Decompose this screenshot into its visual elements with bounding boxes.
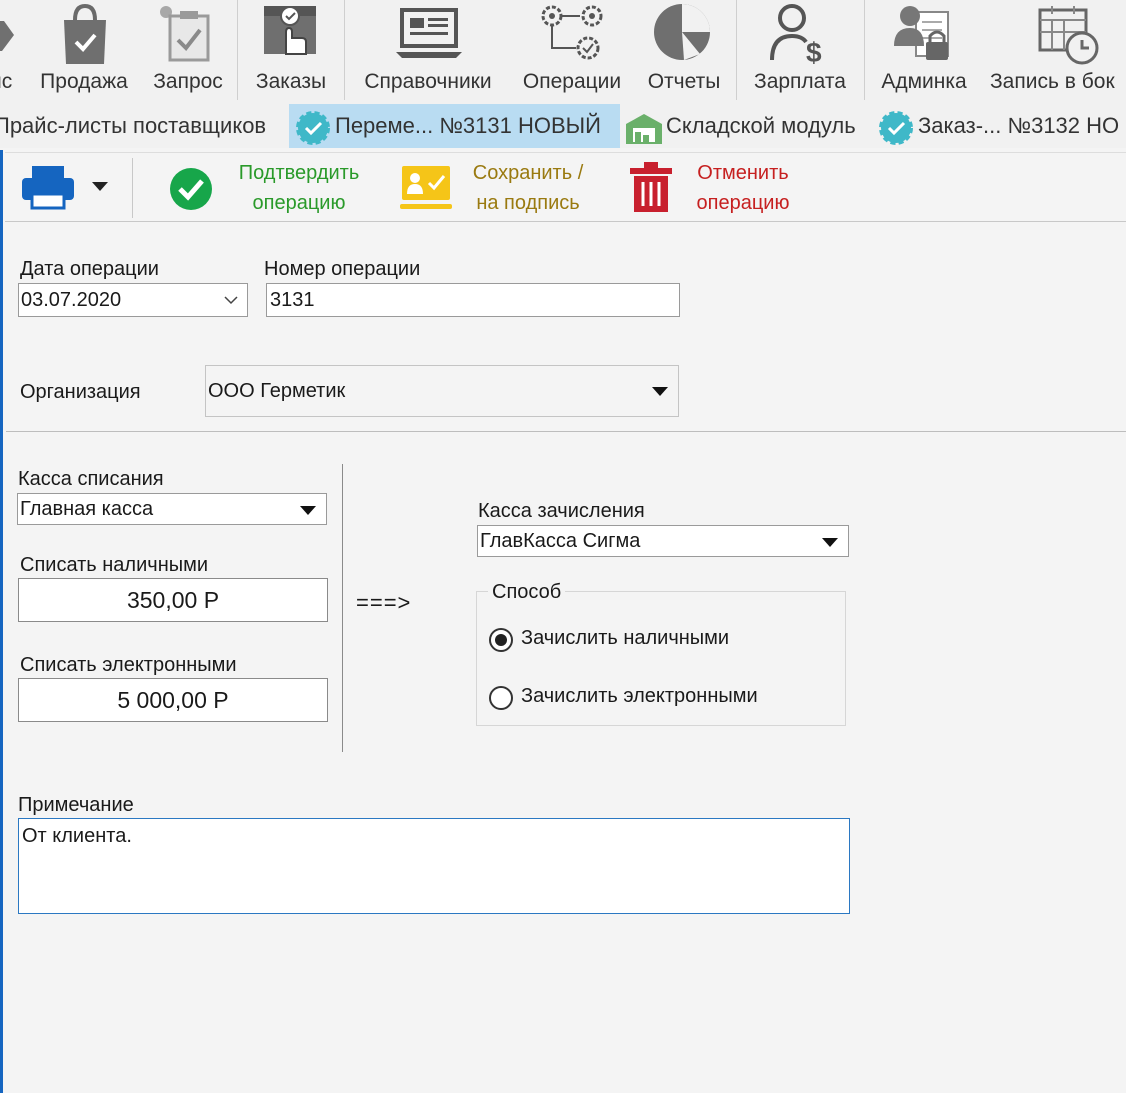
date-label: Дата операции bbox=[20, 258, 159, 280]
gear-check-icon bbox=[879, 111, 913, 145]
dropdown-arrow-icon bbox=[822, 538, 838, 547]
source-cash-value: Главная касса bbox=[20, 497, 154, 520]
user-dollar-icon: $ bbox=[770, 4, 822, 68]
ribbon-item-sale[interactable]: Продажа bbox=[34, 0, 134, 100]
ribbon-label: Заказы bbox=[255, 70, 327, 93]
toolbar-divider bbox=[5, 221, 1126, 222]
ribbon-label: Справочники bbox=[364, 70, 492, 93]
ribbon-item-admin[interactable]: Админка bbox=[872, 0, 976, 100]
method-cash-radio[interactable]: Зачислить наличными bbox=[489, 626, 789, 654]
column-divider bbox=[342, 464, 343, 752]
ribbon-label: Продажа bbox=[40, 70, 128, 93]
trash-icon bbox=[630, 162, 672, 212]
ribbon-label: Запрос bbox=[153, 70, 223, 93]
chevron-down-icon[interactable] bbox=[92, 182, 108, 192]
tab-label: Заказ-... №3132 НО bbox=[918, 113, 1120, 138]
print-button[interactable] bbox=[20, 164, 120, 214]
tab-label: Складской модуль bbox=[666, 113, 856, 138]
cash-amount-label: Списать наличными bbox=[20, 554, 209, 576]
ribbon-toolbar: йс Продажа Запрос Заказы bbox=[0, 0, 1126, 102]
save-for-signature-label: Сохранить / на подпись bbox=[472, 162, 584, 214]
ribbon-label: йс bbox=[0, 70, 13, 93]
ribbon-item-price[interactable]: йс bbox=[0, 0, 20, 100]
ribbon-item-references[interactable]: Справочники bbox=[352, 0, 504, 100]
target-cash-select[interactable]: ГлавКасса Сигма bbox=[477, 525, 849, 557]
tab-warehouse[interactable]: Складской модуль bbox=[622, 104, 874, 148]
tag-icon bbox=[0, 21, 14, 51]
note-value: От клиента. bbox=[22, 825, 132, 847]
cash-amount-value: 350,00 Р bbox=[126, 586, 220, 613]
tab-transfer-3131[interactable]: Переме... №3131 НОВЫЙ bbox=[289, 104, 620, 148]
warehouse-icon bbox=[626, 114, 662, 144]
ribbon-item-booking[interactable]: Запись в бок bbox=[988, 0, 1126, 100]
electronic-amount-field[interactable]: 5 000,00 Р bbox=[18, 678, 328, 722]
date-value: 03.07.2020 bbox=[21, 288, 122, 311]
number-value: 3131 bbox=[270, 288, 315, 311]
save-for-signature-button[interactable]: Сохранить / на подпись bbox=[398, 162, 598, 220]
ribbon-item-salary[interactable]: $ Зарплата bbox=[742, 0, 858, 100]
pie-chart-icon bbox=[654, 4, 710, 60]
shopping-bag-icon bbox=[64, 3, 106, 64]
laptop-icon bbox=[396, 8, 462, 58]
printer-icon bbox=[22, 166, 74, 210]
note-label: Примечание bbox=[18, 794, 134, 816]
tab-order-3132[interactable]: Заказ-... №3132 НО bbox=[876, 104, 1126, 148]
tab-price-lists[interactable]: Прайс-листы поставщиков bbox=[0, 104, 286, 148]
organization-label: Организация bbox=[20, 381, 141, 403]
confirm-operation-label: Подтвердить операцию bbox=[238, 162, 360, 214]
clipboard-check-icon bbox=[160, 6, 210, 62]
toolbar-separator bbox=[132, 158, 133, 218]
ribbon-item-orders[interactable]: Заказы bbox=[246, 0, 336, 100]
number-label: Номер операции bbox=[264, 258, 421, 280]
electronic-amount-value: 5 000,00 Р bbox=[117, 686, 229, 713]
section-divider bbox=[6, 431, 1126, 432]
source-cash-label: Касса списания bbox=[18, 468, 164, 490]
tab-label: Переме... №3131 НОВЫЙ bbox=[335, 113, 601, 138]
ribbon-item-operations[interactable]: Операции bbox=[512, 0, 632, 100]
cancel-operation-button[interactable]: Отменить операцию bbox=[630, 162, 810, 218]
source-cash-select[interactable]: Главная касса bbox=[17, 493, 327, 525]
ribbon-label: Запись в бок bbox=[990, 70, 1115, 93]
divider bbox=[5, 152, 1126, 153]
calendar-clock-icon bbox=[1038, 6, 1099, 65]
tab-label: Прайс-листы поставщиков bbox=[0, 113, 267, 138]
cash-amount-field[interactable]: 350,00 Р bbox=[18, 578, 328, 622]
method-electronic-radio[interactable]: Зачислить электронными bbox=[489, 684, 809, 712]
transfer-arrow: ===> bbox=[356, 590, 412, 615]
box-hand-icon bbox=[264, 6, 316, 55]
organization-value: ООО Герметик bbox=[208, 379, 346, 402]
method-electronic-label: Зачислить электронными bbox=[521, 685, 758, 707]
target-cash-label: Касса зачисления bbox=[478, 500, 645, 522]
method-cash-label: Зачислить наличными bbox=[521, 627, 730, 649]
dropdown-arrow-icon bbox=[300, 506, 316, 515]
date-picker[interactable]: 03.07.2020 bbox=[18, 283, 248, 317]
target-cash-value: ГлавКасса Сигма bbox=[480, 529, 641, 552]
ribbon-item-request[interactable]: Запрос bbox=[146, 0, 230, 100]
document-sign-icon bbox=[400, 166, 452, 209]
method-label: Способ bbox=[488, 581, 566, 604]
document-tabs: Прайс-листы поставщиков Переме... №3131 … bbox=[0, 102, 1126, 148]
gear-check-icon bbox=[296, 111, 330, 145]
svg-text:$: $ bbox=[806, 37, 822, 68]
ribbon-label: Операции bbox=[522, 70, 622, 93]
ribbon-item-reports[interactable]: Отчеты bbox=[638, 0, 730, 100]
ribbon-label: Отчеты bbox=[647, 70, 721, 93]
check-circle-icon bbox=[170, 168, 212, 210]
radio-unselected-icon bbox=[489, 686, 513, 710]
electronic-amount-label: Списать электронными bbox=[20, 654, 237, 676]
organization-select[interactable]: ООО Герметик bbox=[205, 365, 679, 417]
cancel-operation-label: Отменить операцию bbox=[696, 162, 790, 214]
gears-flow-icon bbox=[541, 5, 603, 60]
confirm-operation-button[interactable]: Подтвердить операцию bbox=[168, 162, 372, 220]
chevron-down-icon[interactable] bbox=[224, 296, 238, 305]
radio-selected-icon bbox=[489, 628, 513, 652]
note-textarea[interactable]: От клиента. bbox=[18, 818, 850, 914]
ribbon-label: Админка bbox=[881, 70, 967, 93]
number-field[interactable]: 3131 bbox=[266, 283, 680, 317]
admin-lock-icon bbox=[894, 6, 949, 60]
ribbon-label: Зарплата bbox=[754, 70, 846, 93]
dropdown-arrow-icon bbox=[652, 387, 668, 396]
